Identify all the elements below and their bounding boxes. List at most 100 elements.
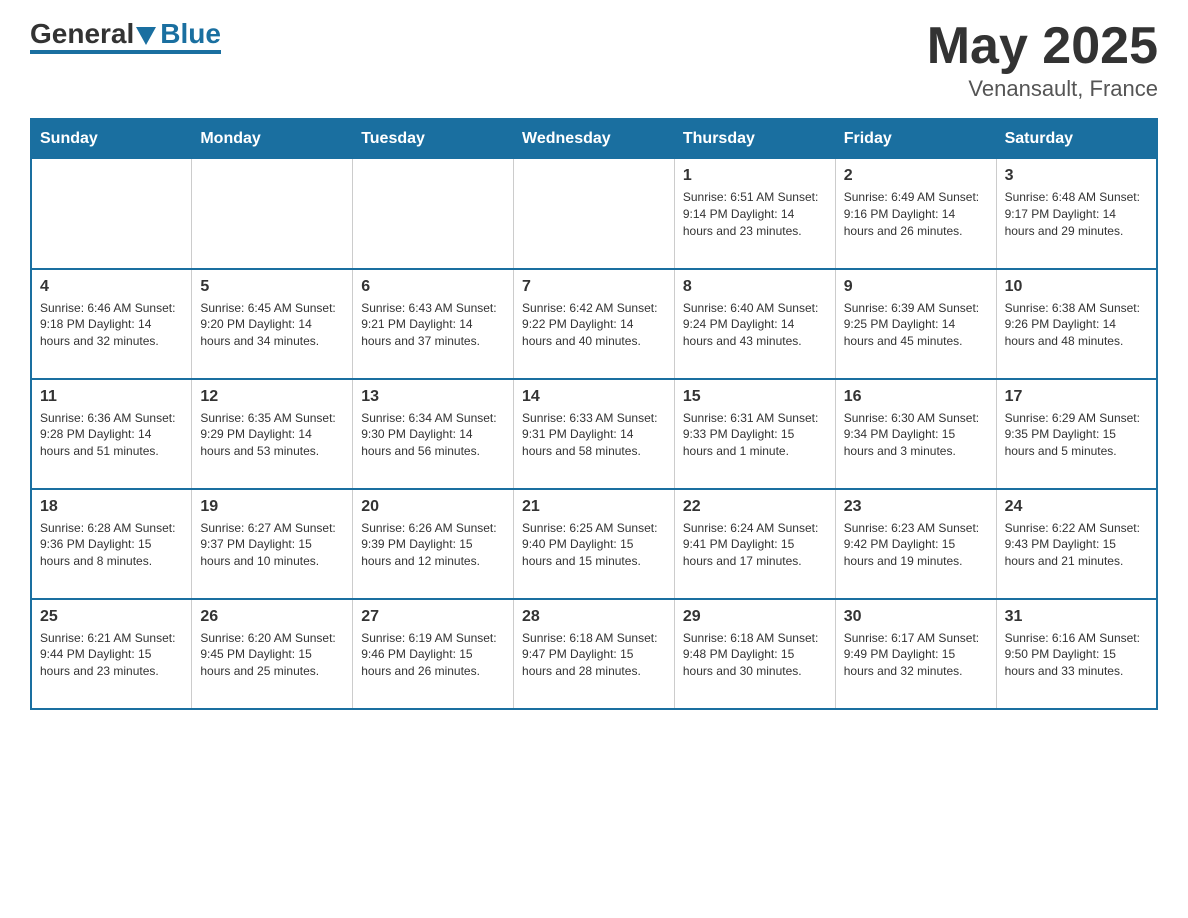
page-header: General Blue May 2025 Venansault, France bbox=[30, 20, 1158, 102]
day-info: Sunrise: 6:34 AM Sunset: 9:30 PM Dayligh… bbox=[361, 410, 505, 460]
logo-blue-text: Blue bbox=[160, 20, 221, 48]
calendar-cell: 6 Sunrise: 6:43 AM Sunset: 9:21 PM Daylig… bbox=[353, 269, 514, 379]
day-info: Sunrise: 6:30 AM Sunset: 9:34 PM Dayligh… bbox=[844, 410, 988, 460]
weekday-header-monday: Monday bbox=[192, 119, 353, 159]
day-info: Sunrise: 6:49 AM Sunset: 9:16 PM Dayligh… bbox=[844, 189, 988, 239]
day-number: 9 bbox=[844, 278, 988, 296]
day-info: Sunrise: 6:28 AM Sunset: 9:36 PM Dayligh… bbox=[40, 520, 183, 570]
weekday-header-tuesday: Tuesday bbox=[353, 119, 514, 159]
day-number: 30 bbox=[844, 608, 988, 626]
calendar-cell: 15Sunrise: 6:31 AM Sunset: 9:33 PM Dayli… bbox=[674, 379, 835, 489]
day-info: Sunrise: 6:25 AM Sunset: 9:40 PM Dayligh… bbox=[522, 520, 666, 570]
calendar-cell: 28 Sunrise: 6:18 AM Sunset: 9:47 PM Dayli… bbox=[514, 599, 675, 709]
title-section: May 2025 Venansault, France bbox=[927, 20, 1158, 102]
logo: General Blue bbox=[30, 20, 221, 54]
day-number: 8 bbox=[683, 278, 827, 296]
calendar-cell: 21 Sunrise: 6:25 AM Sunset: 9:40 PM Dayli… bbox=[514, 489, 675, 599]
day-info: Sunrise: 6:46 AM Sunset: 9:18 PM Dayligh… bbox=[40, 300, 183, 350]
calendar-cell: 1 Sunrise: 6:51 AM Sunset: 9:14 PM Daylig… bbox=[674, 159, 835, 269]
calendar-cell: 20Sunrise: 6:26 AM Sunset: 9:39 PM Dayli… bbox=[353, 489, 514, 599]
day-info: Sunrise: 6:48 AM Sunset: 9:17 PM Dayligh… bbox=[1005, 189, 1148, 239]
calendar-cell: 14 Sunrise: 6:33 AM Sunset: 9:31 PM Dayli… bbox=[514, 379, 675, 489]
calendar-cell bbox=[31, 159, 192, 269]
calendar-cell bbox=[514, 159, 675, 269]
day-info: Sunrise: 6:33 AM Sunset: 9:31 PM Dayligh… bbox=[522, 410, 666, 460]
day-number: 19 bbox=[200, 498, 344, 516]
day-number: 20 bbox=[361, 498, 505, 516]
weekday-header-friday: Friday bbox=[835, 119, 996, 159]
day-info: Sunrise: 6:51 AM Sunset: 9:14 PM Dayligh… bbox=[683, 189, 827, 239]
calendar-cell: 11 Sunrise: 6:36 AM Sunset: 9:28 PM Dayli… bbox=[31, 379, 192, 489]
calendar-cell: 7Sunrise: 6:42 AM Sunset: 9:22 PM Daylig… bbox=[514, 269, 675, 379]
day-number: 22 bbox=[683, 498, 827, 516]
day-number: 1 bbox=[683, 167, 827, 185]
logo-general-text: General bbox=[30, 20, 134, 48]
calendar-cell: 25 Sunrise: 6:21 AM Sunset: 9:44 PM Dayli… bbox=[31, 599, 192, 709]
weekday-header-thursday: Thursday bbox=[674, 119, 835, 159]
weekday-header-saturday: Saturday bbox=[996, 119, 1157, 159]
day-number: 24 bbox=[1005, 498, 1148, 516]
logo-text: General Blue bbox=[30, 20, 221, 48]
day-info: Sunrise: 6:18 AM Sunset: 9:47 PM Dayligh… bbox=[522, 630, 666, 680]
day-info: Sunrise: 6:36 AM Sunset: 9:28 PM Dayligh… bbox=[40, 410, 183, 460]
logo-underline bbox=[30, 50, 221, 54]
calendar-cell: 10 Sunrise: 6:38 AM Sunset: 9:26 PM Dayli… bbox=[996, 269, 1157, 379]
day-info: Sunrise: 6:45 AM Sunset: 9:20 PM Dayligh… bbox=[200, 300, 344, 350]
day-info: Sunrise: 6:16 AM Sunset: 9:50 PM Dayligh… bbox=[1005, 630, 1148, 680]
month-year-title: May 2025 bbox=[927, 20, 1158, 72]
calendar-header-row: SundayMondayTuesdayWednesdayThursdayFrid… bbox=[31, 119, 1157, 159]
calendar-cell: 22 Sunrise: 6:24 AM Sunset: 9:41 PM Dayli… bbox=[674, 489, 835, 599]
day-info: Sunrise: 6:20 AM Sunset: 9:45 PM Dayligh… bbox=[200, 630, 344, 680]
calendar-cell: 19 Sunrise: 6:27 AM Sunset: 9:37 PM Dayli… bbox=[192, 489, 353, 599]
day-number: 21 bbox=[522, 498, 666, 516]
calendar-week-row: 1 Sunrise: 6:51 AM Sunset: 9:14 PM Daylig… bbox=[31, 159, 1157, 269]
day-info: Sunrise: 6:19 AM Sunset: 9:46 PM Dayligh… bbox=[361, 630, 505, 680]
calendar-cell: 2 Sunrise: 6:49 AM Sunset: 9:16 PM Daylig… bbox=[835, 159, 996, 269]
day-number: 4 bbox=[40, 278, 183, 296]
calendar-cell: 30Sunrise: 6:17 AM Sunset: 9:49 PM Dayli… bbox=[835, 599, 996, 709]
day-number: 14 bbox=[522, 388, 666, 406]
day-number: 7 bbox=[522, 278, 666, 296]
day-number: 27 bbox=[361, 608, 505, 626]
day-number: 18 bbox=[40, 498, 183, 516]
location-subtitle: Venansault, France bbox=[927, 76, 1158, 102]
calendar-cell: 26 Sunrise: 6:20 AM Sunset: 9:45 PM Dayli… bbox=[192, 599, 353, 709]
day-info: Sunrise: 6:23 AM Sunset: 9:42 PM Dayligh… bbox=[844, 520, 988, 570]
calendar-cell bbox=[192, 159, 353, 269]
calendar-cell: 31Sunrise: 6:16 AM Sunset: 9:50 PM Dayli… bbox=[996, 599, 1157, 709]
logo-arrow-icon bbox=[136, 27, 156, 45]
day-info: Sunrise: 6:27 AM Sunset: 9:37 PM Dayligh… bbox=[200, 520, 344, 570]
calendar-table: SundayMondayTuesdayWednesdayThursdayFrid… bbox=[30, 118, 1158, 710]
day-number: 13 bbox=[361, 388, 505, 406]
day-info: Sunrise: 6:38 AM Sunset: 9:26 PM Dayligh… bbox=[1005, 300, 1148, 350]
day-info: Sunrise: 6:40 AM Sunset: 9:24 PM Dayligh… bbox=[683, 300, 827, 350]
day-number: 3 bbox=[1005, 167, 1148, 185]
calendar-cell: 27 Sunrise: 6:19 AM Sunset: 9:46 PM Dayli… bbox=[353, 599, 514, 709]
calendar-cell: 23Sunrise: 6:23 AM Sunset: 9:42 PM Dayli… bbox=[835, 489, 996, 599]
day-number: 12 bbox=[200, 388, 344, 406]
calendar-week-row: 18 Sunrise: 6:28 AM Sunset: 9:36 PM Dayli… bbox=[31, 489, 1157, 599]
calendar-cell: 4 Sunrise: 6:46 AM Sunset: 9:18 PM Daylig… bbox=[31, 269, 192, 379]
calendar-cell: 12Sunrise: 6:35 AM Sunset: 9:29 PM Dayli… bbox=[192, 379, 353, 489]
calendar-cell: 13 Sunrise: 6:34 AM Sunset: 9:30 PM Dayli… bbox=[353, 379, 514, 489]
day-number: 29 bbox=[683, 608, 827, 626]
day-number: 10 bbox=[1005, 278, 1148, 296]
calendar-cell: 3 Sunrise: 6:48 AM Sunset: 9:17 PM Daylig… bbox=[996, 159, 1157, 269]
day-number: 6 bbox=[361, 278, 505, 296]
day-number: 25 bbox=[40, 608, 183, 626]
day-number: 2 bbox=[844, 167, 988, 185]
calendar-cell: 5Sunrise: 6:45 AM Sunset: 9:20 PM Daylig… bbox=[192, 269, 353, 379]
weekday-header-sunday: Sunday bbox=[31, 119, 192, 159]
calendar-cell: 8 Sunrise: 6:40 AM Sunset: 9:24 PM Daylig… bbox=[674, 269, 835, 379]
day-number: 28 bbox=[522, 608, 666, 626]
day-info: Sunrise: 6:29 AM Sunset: 9:35 PM Dayligh… bbox=[1005, 410, 1148, 460]
day-number: 26 bbox=[200, 608, 344, 626]
day-number: 16 bbox=[844, 388, 988, 406]
day-number: 11 bbox=[40, 388, 183, 406]
day-info: Sunrise: 6:43 AM Sunset: 9:21 PM Dayligh… bbox=[361, 300, 505, 350]
day-info: Sunrise: 6:21 AM Sunset: 9:44 PM Dayligh… bbox=[40, 630, 183, 680]
calendar-cell bbox=[353, 159, 514, 269]
calendar-week-row: 4 Sunrise: 6:46 AM Sunset: 9:18 PM Daylig… bbox=[31, 269, 1157, 379]
day-info: Sunrise: 6:24 AM Sunset: 9:41 PM Dayligh… bbox=[683, 520, 827, 570]
day-info: Sunrise: 6:31 AM Sunset: 9:33 PM Dayligh… bbox=[683, 410, 827, 460]
